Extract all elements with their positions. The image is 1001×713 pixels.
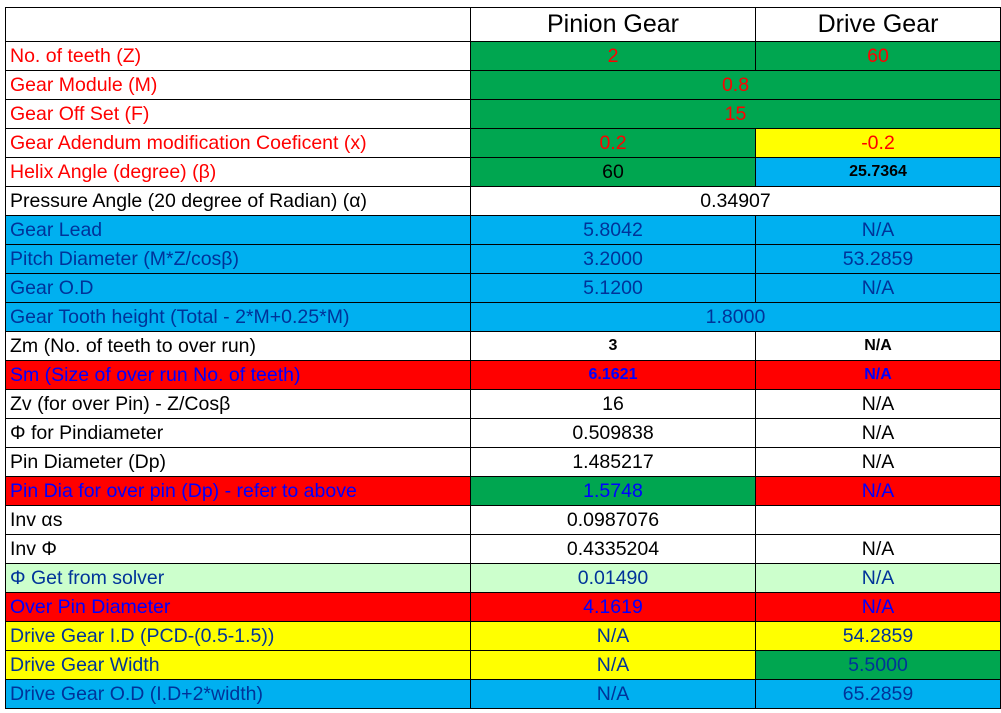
row-gear-module-m: Gear Module (M) 0.8 [5,70,1001,100]
value-cell-pinion-drive-gear-i-d-pcd-0-5-1-5[interactable]: N/A [470,621,756,651]
row-pin-dia-for-over-pin-dp-refer-to-above: Pin Dia for over pin (Dp) - refer to abo… [5,476,1001,506]
value-cell-drive-pin-diameter-dp[interactable]: N/A [755,447,1001,477]
row-get-from-solver: Φ Get from solver 0.01490 N/A [5,563,1001,593]
value-cell-drive-get-from-solver[interactable]: N/A [755,563,1001,593]
row-gear-tooth-height-total-2-m-0-25-m: Gear Tooth height (Total - 2*M+0.25*M) 1.… [5,302,1001,332]
row-sm-size-of-over-run-no-of-teeth: Sm (Size of over run No. of teeth) 6.1621… [5,360,1001,390]
value-cell-drive-pin-dia-for-over-pin-dp-refer-to-above[interactable]: N/A [755,476,1001,506]
row-drive-gear-width: Drive Gear Width N/A 5.5000 [5,650,1001,680]
label-cell-zm-no-of-teeth-to-over-run[interactable]: Zm (No. of teeth to over run) [5,331,471,361]
value-cell-pinion-helix-angle-degree[interactable]: 60 [470,157,756,187]
row-gear-adendum-modification-coeficent-x: Gear Adendum modification Coeficent (x) 0… [5,128,1001,158]
value-cell-merged-gear-tooth-height-total-2-m-0-25-m[interactable]: 1.8000 [470,302,1001,332]
value-cell-pinion-over-pin-diameter[interactable]: 4.1619 [470,592,756,622]
value-cell-drive-sm-size-of-over-run-no-of-teeth[interactable]: N/A [755,360,1001,390]
value-cell-drive-pitch-diameter-m-z-cos[interactable]: 53.2859 [755,244,1001,274]
value-cell-drive-gear-lead[interactable]: N/A [755,215,1001,245]
label-cell-gear-module-m[interactable]: Gear Module (M) [5,70,471,100]
value-cell-drive-inv[interactable]: N/A [755,534,1001,564]
label-cell-pitch-diameter-m-z-cos[interactable]: Pitch Diameter (M*Z/cosβ) [5,244,471,274]
label-cell-sm-size-of-over-run-no-of-teeth[interactable]: Sm (Size of over run No. of teeth) [5,360,471,390]
gear-calculation-sheet: Pinion Gear Drive Gear No. of teeth (Z) 2… [5,7,1001,709]
value-cell-pinion-pitch-diameter-m-z-cos[interactable]: 3.2000 [470,244,756,274]
label-cell-gear-off-set-f[interactable]: Gear Off Set (F) [5,99,471,129]
label-cell-for-pindiameter[interactable]: Φ for Pindiameter [5,418,471,448]
label-cell-over-pin-diameter[interactable]: Over Pin Diameter [5,592,471,622]
label-cell-pin-dia-for-over-pin-dp-refer-to-above[interactable]: Pin Dia for over pin (Dp) - refer to abo… [5,476,471,506]
row-gear-off-set-f: Gear Off Set (F) 15 [5,99,1001,129]
value-cell-merged-gear-module-m[interactable]: 0.8 [470,70,1001,100]
row-inv: Inv Φ 0.4335204 N/A [5,534,1001,564]
value-cell-drive-zm-no-of-teeth-to-over-run[interactable]: N/A [755,331,1001,361]
row-zv-for-over-pin-z-cos: Zv (for over Pin) - Z/Cosβ 16 N/A [5,389,1001,419]
value-cell-drive-inv-s[interactable] [755,505,1001,535]
label-cell-get-from-solver[interactable]: Φ Get from solver [5,563,471,593]
value-cell-drive-gear-o-d[interactable]: N/A [755,273,1001,303]
row-pitch-diameter-m-z-cos: Pitch Diameter (M*Z/cosβ) 3.2000 53.2859 [5,244,1001,274]
value-cell-pinion-zm-no-of-teeth-to-over-run[interactable]: 3 [470,331,756,361]
value-cell-merged-gear-off-set-f[interactable]: 15 [470,99,1001,129]
value-cell-pinion-gear-lead[interactable]: 5.8042 [470,215,756,245]
label-cell-gear-o-d[interactable]: Gear O.D [5,273,471,303]
header-row: Pinion Gear Drive Gear [5,7,1001,42]
value-cell-drive-drive-gear-i-d-pcd-0-5-1-5[interactable]: 54.2859 [755,621,1001,651]
header-pinion-gear[interactable]: Pinion Gear [470,7,756,42]
value-cell-merged-pressure-angle-20-degree-of-radian[interactable]: 0.34907 [470,186,1001,216]
header-corner-cell[interactable] [5,7,471,42]
label-cell-inv[interactable]: Inv Φ [5,534,471,564]
row-over-pin-diameter: Over Pin Diameter 4.1619 N/A [5,592,1001,622]
value-cell-pinion-drive-gear-width[interactable]: N/A [470,650,756,680]
value-cell-pinion-no-of-teeth-z[interactable]: 2 [470,41,756,71]
label-cell-inv-s[interactable]: Inv αs [5,505,471,535]
row-inv-s: Inv αs 0.0987076 [5,505,1001,535]
row-pin-diameter-dp: Pin Diameter (Dp) 1.485217 N/A [5,447,1001,477]
value-cell-pinion-for-pindiameter[interactable]: 0.509838 [470,418,756,448]
value-cell-drive-no-of-teeth-z[interactable]: 60 [755,41,1001,71]
row-for-pindiameter: Φ for Pindiameter 0.509838 N/A [5,418,1001,448]
row-drive-gear-i-d-pcd-0-5-1-5: Drive Gear I.D (PCD-(0.5-1.5)) N/A 54.2859 [5,621,1001,651]
value-cell-drive-zv-for-over-pin-z-cos[interactable]: N/A [755,389,1001,419]
value-cell-pinion-zv-for-over-pin-z-cos[interactable]: 16 [470,389,756,419]
value-cell-pinion-inv-s[interactable]: 0.0987076 [470,505,756,535]
value-cell-drive-helix-angle-degree[interactable]: 25.7364 [755,157,1001,187]
label-cell-gear-lead[interactable]: Gear Lead [5,215,471,245]
row-gear-lead: Gear Lead 5.8042 N/A [5,215,1001,245]
row-no-of-teeth-z: No. of teeth (Z) 2 60 [5,41,1001,71]
label-cell-helix-angle-degree[interactable]: Helix Angle (degree) (β) [5,157,471,187]
row-drive-gear-o-d-i-d-2-width: Drive Gear O.D (I.D+2*width) N/A 65.2859 [5,679,1001,709]
row-pressure-angle-20-degree-of-radian: Pressure Angle (20 degree of Radian) (α)… [5,186,1001,216]
header-drive-gear[interactable]: Drive Gear [755,7,1001,42]
label-cell-drive-gear-width[interactable]: Drive Gear Width [5,650,471,680]
label-cell-pressure-angle-20-degree-of-radian[interactable]: Pressure Angle (20 degree of Radian) (α) [5,186,471,216]
label-cell-pin-diameter-dp[interactable]: Pin Diameter (Dp) [5,447,471,477]
sheet-body: Pinion Gear Drive Gear No. of teeth (Z) 2… [5,7,1001,709]
label-cell-no-of-teeth-z[interactable]: No. of teeth (Z) [5,41,471,71]
label-cell-gear-tooth-height-total-2-m-0-25-m[interactable]: Gear Tooth height (Total - 2*M+0.25*M) [5,302,471,332]
value-cell-drive-for-pindiameter[interactable]: N/A [755,418,1001,448]
label-cell-gear-adendum-modification-coeficent-x[interactable]: Gear Adendum modification Coeficent (x) [5,128,471,158]
value-cell-pinion-pin-dia-for-over-pin-dp-refer-to-above[interactable]: 1.5748 [470,476,756,506]
label-cell-drive-gear-i-d-pcd-0-5-1-5[interactable]: Drive Gear I.D (PCD-(0.5-1.5)) [5,621,471,651]
label-cell-zv-for-over-pin-z-cos[interactable]: Zv (for over Pin) - Z/Cosβ [5,389,471,419]
value-cell-pinion-sm-size-of-over-run-no-of-teeth[interactable]: 6.1621 [470,360,756,390]
value-cell-pinion-drive-gear-o-d-i-d-2-width[interactable]: N/A [470,679,756,709]
value-cell-pinion-gear-o-d[interactable]: 5.1200 [470,273,756,303]
value-cell-drive-drive-gear-width[interactable]: 5.5000 [755,650,1001,680]
row-zm-no-of-teeth-to-over-run: Zm (No. of teeth to over run) 3 N/A [5,331,1001,361]
value-cell-drive-over-pin-diameter[interactable]: N/A [755,592,1001,622]
value-cell-drive-gear-adendum-modification-coeficent-x[interactable]: -0.2 [755,128,1001,158]
value-cell-pinion-pin-diameter-dp[interactable]: 1.485217 [470,447,756,477]
row-helix-angle-degree: Helix Angle (degree) (β) 60 25.7364 [5,157,1001,187]
label-cell-drive-gear-o-d-i-d-2-width[interactable]: Drive Gear O.D (I.D+2*width) [5,679,471,709]
value-cell-pinion-get-from-solver[interactable]: 0.01490 [470,563,756,593]
value-cell-pinion-inv[interactable]: 0.4335204 [470,534,756,564]
value-cell-pinion-gear-adendum-modification-coeficent-x[interactable]: 0.2 [470,128,756,158]
value-cell-drive-drive-gear-o-d-i-d-2-width[interactable]: 65.2859 [755,679,1001,709]
row-gear-o-d: Gear O.D 5.1200 N/A [5,273,1001,303]
